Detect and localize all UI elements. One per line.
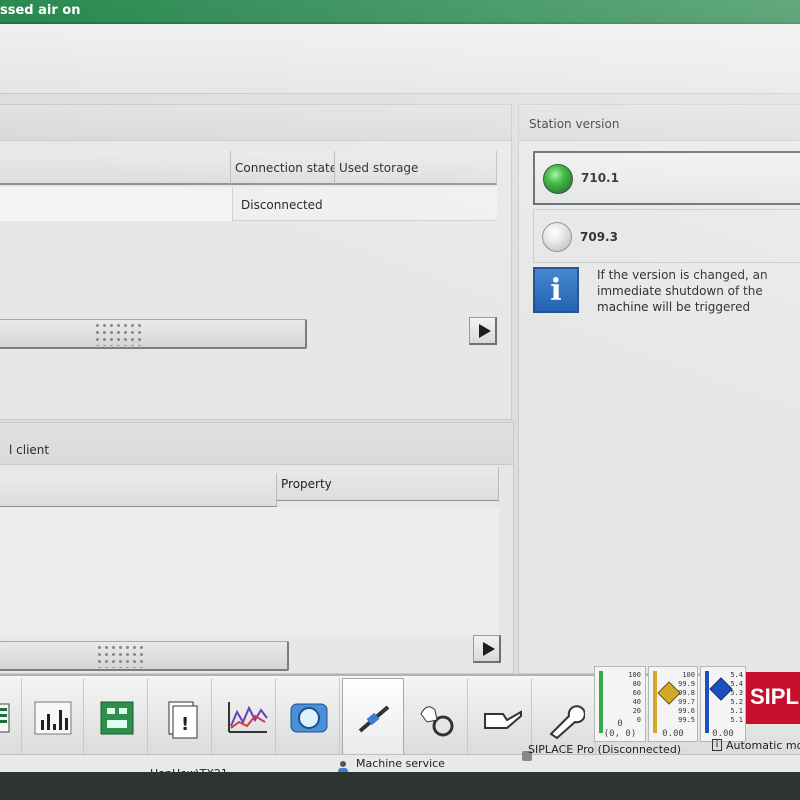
row-name-cell [0, 187, 233, 221]
station-version-title: Station version [529, 117, 620, 131]
table-row[interactable]: Disconnected [0, 187, 497, 221]
info-message: If the version is changed, an immediate … [597, 268, 768, 314]
maintenance-button[interactable] [470, 678, 532, 756]
column-header-used-storage[interactable]: Used storage [335, 151, 497, 185]
list-icon [0, 703, 10, 733]
board-button[interactable] [86, 678, 148, 756]
document-warning-icon: ! [168, 701, 198, 739]
version-option-710-1[interactable]: 710.1 [533, 151, 800, 205]
window-title: ssed air on [0, 3, 81, 18]
info-small-icon: i [712, 739, 722, 751]
connections-panel-header [0, 105, 511, 141]
camera-button[interactable] [278, 678, 340, 756]
operation-mode: Automatic mo [726, 739, 800, 752]
version-option-709-3[interactable]: 709.3 [533, 209, 800, 263]
title-bar: ssed air on [0, 0, 800, 24]
station-version-header: Station version [519, 105, 800, 141]
statistics-button[interactable] [22, 678, 84, 756]
top-strip [0, 24, 800, 94]
placement-rate-widget[interactable]: 5.4 5.4 5.3 5.2 5.1 5.1 0.00 [700, 666, 746, 742]
connections-panel: Connection state Used storage Disconnect… [0, 104, 512, 420]
info-box: i If the version is changed, an immediat… [533, 265, 800, 325]
list-button[interactable] [0, 678, 22, 756]
machine-service-button[interactable] [342, 678, 404, 756]
bar-chart-icon [34, 701, 72, 735]
counter-widget[interactable]: 100 80 60 40 20 0 0 (0, 0) [594, 666, 646, 742]
connection-status: SIPLACE Pro (Disconnected) [528, 743, 682, 756]
svg-text:!: ! [181, 714, 189, 735]
monitor-bezel [0, 772, 800, 800]
scroll-grip[interactable] [96, 644, 144, 668]
machine-service-icon [358, 705, 390, 733]
hand-gear-icon [420, 706, 454, 737]
screen: ssed air on Connection state Used storag… [0, 0, 800, 800]
client-table-body [0, 507, 499, 637]
wrench-icon [549, 705, 585, 740]
info-icon: i [533, 267, 579, 313]
documents-button[interactable]: ! [150, 678, 212, 756]
oil-can-icon [484, 710, 522, 729]
horizontal-scrollbar[interactable] [0, 641, 289, 671]
connection-state-cell: Disconnected [241, 198, 323, 212]
service-person-icon [336, 759, 350, 774]
siplace-logo: SIPL [746, 672, 800, 724]
scroll-right-button[interactable] [469, 317, 497, 345]
circuit-board-icon [100, 701, 134, 735]
client-panel: l client Property [0, 422, 514, 674]
trend-button[interactable] [214, 678, 276, 756]
version-label: 710.1 [581, 171, 619, 185]
line-chart-icon [228, 702, 268, 733]
column-header-name[interactable] [0, 473, 277, 507]
scroll-grip[interactable] [94, 322, 142, 346]
station-version-panel: Station version 710.1 709.3 i If the ver… [518, 104, 800, 674]
column-header-name[interactable] [0, 151, 231, 185]
column-header-connection-state[interactable]: Connection state [231, 151, 335, 185]
widget-value: 0.00 [662, 729, 684, 739]
widget-value: 0.00 [712, 729, 734, 739]
manual-control-button[interactable] [406, 678, 468, 756]
version-label: 709.3 [580, 230, 618, 244]
widget-value: (0, 0) [603, 729, 637, 739]
client-panel-header: l client [0, 423, 513, 465]
column-header-property[interactable]: Property [277, 467, 499, 501]
client-panel-title: l client [9, 443, 50, 457]
scroll-right-button[interactable] [473, 635, 501, 663]
status-led-gray-icon [542, 222, 572, 252]
camera-icon [290, 703, 328, 733]
horizontal-scrollbar[interactable] [0, 319, 307, 349]
pickup-rate-widget[interactable]: 100 99.9 99.8 99.7 99.6 99.5 0.00 [648, 666, 698, 742]
machine-service-label: Machine service [356, 757, 445, 770]
status-led-green-icon [543, 164, 573, 194]
